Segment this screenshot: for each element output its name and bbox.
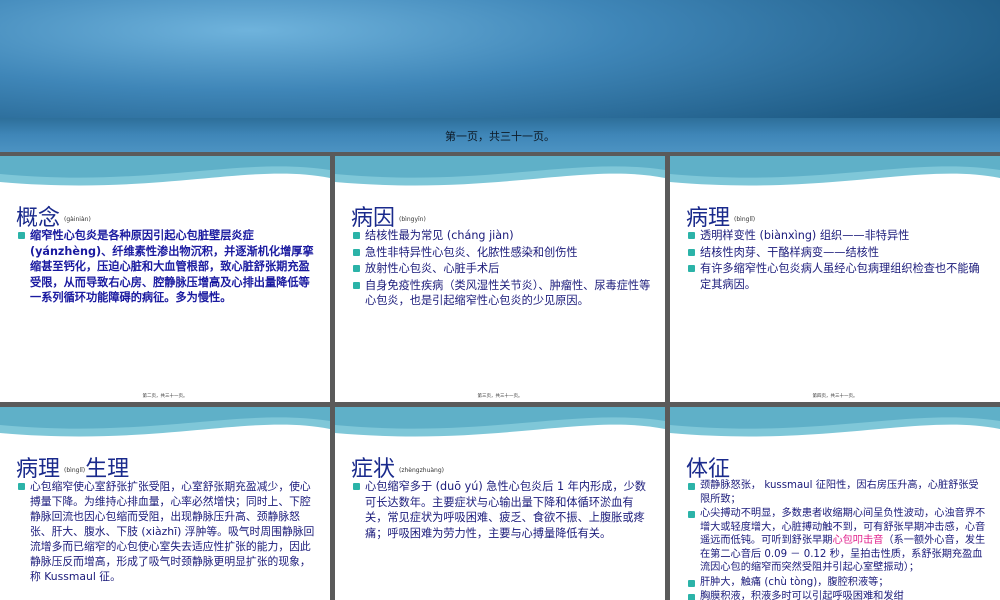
knock-sound-term: 心包叩击音 xyxy=(832,535,884,546)
bullet-item: 心包缩窄使心室舒张扩张受阻，心室舒张期充盈减少，使心搏量下降。为维持心排血量，心… xyxy=(16,479,316,584)
bullet-item: 颈静脉怒张， kussmaul 征阳性，因右房压升高，心脏舒张受限所致； xyxy=(686,479,986,506)
slide-thumb-7[interactable]: 体征 颈静脉怒张， kussmaul 征阳性，因右房压升高，心脏舒张受限所致； … xyxy=(670,407,1000,600)
slide-body: 缩窄性心包炎是各种原因引起心包脏壁层炎症(yánzhèng)、纤维素性渗出物沉积… xyxy=(16,228,316,307)
slide-thumb-4[interactable]: 病理 (bìnglǐ) 透明样变性 (biànxìng) 组织——非特异性 结核性… xyxy=(670,156,1000,402)
wave-decoration xyxy=(670,407,1000,437)
bullet-item: 心包缩窄多于 (duō yú) 急性心包炎后 1 年内形成，少数可长达数年。主要… xyxy=(351,479,651,541)
slide-footer: 第三页，共三十一页。 xyxy=(477,394,523,399)
slide-footer: 第二页，共三十一页。 xyxy=(142,394,188,399)
slide-body: 结核性最为常见 (cháng jiàn) 急性非特异性心包炎、化脓性感染和创伤性… xyxy=(351,228,651,310)
bullet-item: 胸膜积液，积液多时可以引起呼吸困难和发绀 xyxy=(686,590,986,600)
slide-body: 心包缩窄使心室舒张扩张受阻，心室舒张期充盈减少，使心搏量下降。为维持心排血量，心… xyxy=(16,479,316,585)
bullet-item: 透明样变性 (biànxìng) 组织——非特异性 xyxy=(686,228,986,244)
wave-decoration xyxy=(335,156,665,186)
wave-decoration xyxy=(670,156,1000,186)
bullet-item: 自身免疫性疾病（类风湿性关节炎）、肿瘤性、尿毒症性等心包炎，也是引起缩窄性心包炎… xyxy=(351,278,651,309)
wave-decoration xyxy=(0,156,330,186)
slide-body: 心包缩窄多于 (duō yú) 急性心包炎后 1 年内形成，少数可长达数年。主要… xyxy=(351,479,651,542)
main-slide[interactable]: 第一页，共三十一页。 xyxy=(0,0,1000,152)
caption-band: 第一页，共三十一页。 xyxy=(0,118,1000,152)
bullet-item: 缩窄性心包炎是各种原因引起心包脏壁层炎症(yánzhèng)、纤维素性渗出物沉积… xyxy=(16,228,316,306)
slide-body: 颈静脉怒张， kussmaul 征阳性，因右房压升高，心脏舒张受限所致； 心尖搏… xyxy=(686,479,986,600)
slide-footer: 第四页，共三十一页。 xyxy=(812,394,858,399)
wave-decoration xyxy=(335,407,665,437)
bullet-item: 心尖搏动不明显，多数患者收缩期心间呈负性波动，心浊音界不增大或轻度增大，心脏搏动… xyxy=(686,507,986,575)
main-slide-caption: 第一页，共三十一页。 xyxy=(445,130,555,143)
slide-thumb-3[interactable]: 病因 (bìngyīn) 结核性最为常见 (cháng jiàn) 急性非特异性心… xyxy=(335,156,665,402)
bullet-item: 结核性肉芽、干酪样病变——结核性 xyxy=(686,245,986,261)
slide-thumb-5[interactable]: 病理 (bìnglǐ)生理 心包缩窄使心室舒张扩张受阻，心室舒张期充盈减少，使心搏… xyxy=(0,407,330,600)
slide-thumb-2[interactable]: 概念 (gàiniàn) 缩窄性心包炎是各种原因引起心包脏壁层炎症(yánzhèn… xyxy=(0,156,330,402)
bullet-item: 放射性心包炎、心脏手术后 xyxy=(351,261,651,277)
bullet-item: 急性非特异性心包炎、化脓性感染和创伤性 xyxy=(351,245,651,261)
bullet-item: 结核性最为常见 (cháng jiàn) xyxy=(351,228,651,244)
bullet-item: 肝肿大，触痛 (chù tòng)，腹腔积液等； xyxy=(686,576,986,590)
slide-thumb-6[interactable]: 症状 (zhèngzhuàng) 心包缩窄多于 (duō yú) 急性心包炎后 1… xyxy=(335,407,665,600)
wave-decoration xyxy=(0,407,330,437)
slide-body: 透明样变性 (biànxìng) 组织——非特异性 结核性肉芽、干酪样病变——结… xyxy=(686,228,986,293)
bullet-item: 有许多缩窄性心包炎病人虽经心包病理组织检查也不能确定其病因。 xyxy=(686,261,986,292)
